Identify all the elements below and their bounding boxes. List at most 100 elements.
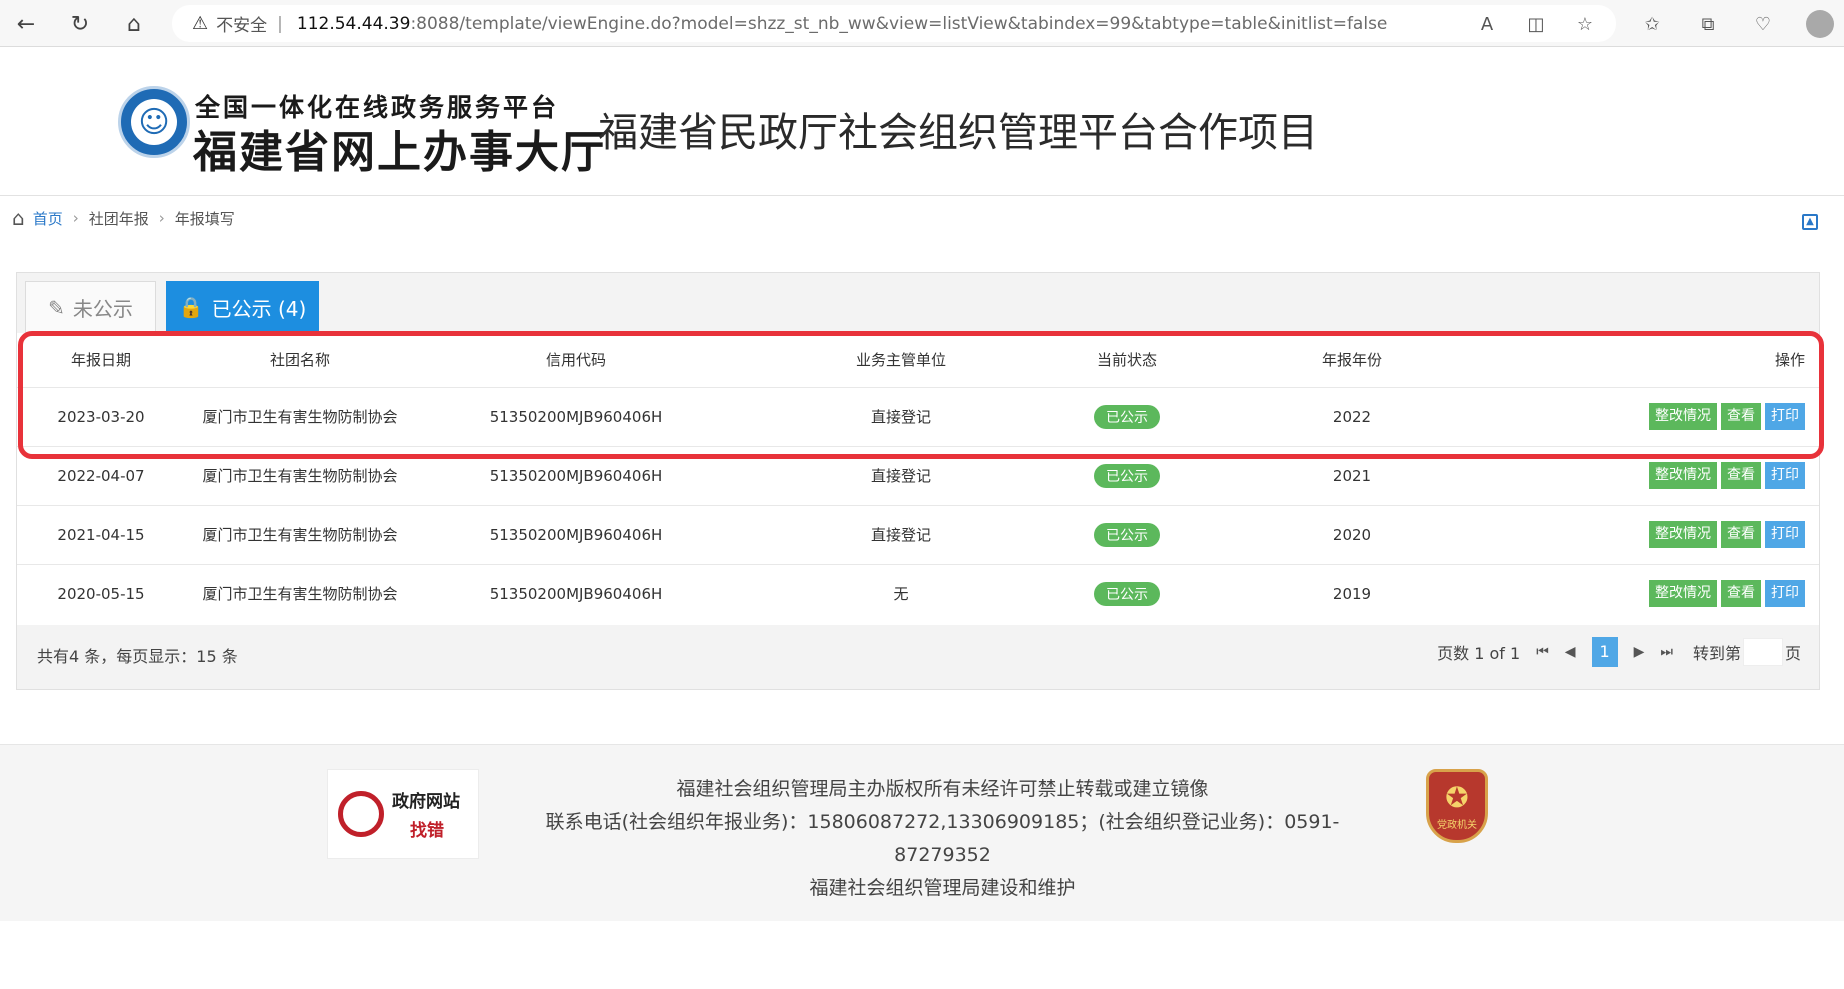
table-row: 2020-05-15 厦门市卫生有害生物防制协会 51350200MJB9604… bbox=[17, 563, 1819, 623]
refresh-icon[interactable]: ↻ bbox=[64, 8, 96, 40]
site-header: ☺ 全国一体化在线政务服务平台 福建省网上办事大厅 福建省民政厅社会组织管理平台… bbox=[0, 48, 1844, 196]
goto-prefix-label: 转到第 bbox=[1692, 644, 1741, 663]
home-breadcrumb-icon: ⌂ bbox=[12, 206, 25, 230]
rectify-button[interactable]: 整改情况 bbox=[1649, 462, 1717, 489]
header-actions: 操作 bbox=[1774, 351, 1805, 370]
badge-line1: 政府网站 bbox=[392, 792, 460, 812]
breadcrumb-home-link[interactable]: 首页 bbox=[33, 208, 63, 229]
footer-contact: 联系电话(社会组织年报业务)：15806087272,13306909185；(… bbox=[545, 811, 1340, 866]
read-aloud-icon[interactable]: A bbox=[1473, 10, 1501, 38]
project-title: 福建省民政厅社会组织管理平台合作项目 bbox=[598, 110, 1318, 156]
breadcrumb-level2: 年报填写 bbox=[174, 209, 235, 228]
cell-date: 2023-03-20 bbox=[17, 386, 185, 446]
cell-actions: 整改情况 查看 打印 bbox=[1515, 563, 1819, 623]
cell-year: 2020 bbox=[1189, 504, 1515, 564]
goto-page-input[interactable] bbox=[1742, 638, 1783, 666]
gov-site-error-report-badge[interactable]: 政府网站 找错 bbox=[327, 769, 479, 859]
cell-status: 已公示 bbox=[1065, 563, 1189, 623]
rectify-button[interactable]: 整改情况 bbox=[1649, 403, 1717, 430]
browser-toolbar: ← ↻ ⌂ ⚠ 不安全 | 112.54.44.39:8088/template… bbox=[0, 0, 1844, 47]
logo-line2: 福建省网上办事大厅 bbox=[193, 127, 607, 178]
header-supervising-unit[interactable]: 业务主管单位 bbox=[737, 333, 1065, 387]
tab-unpublished[interactable]: ✎ 未公示 bbox=[25, 281, 156, 333]
table-header-row: 年报日期 社团名称 信用代码 业务主管单位 当前状态 年报年份 操作 bbox=[17, 333, 1819, 387]
tab-published[interactable]: 🔒 已公示 (4) bbox=[166, 281, 319, 333]
print-button[interactable]: 打印 bbox=[1765, 403, 1805, 430]
report-table: 年报日期 社团名称 信用代码 业务主管单位 当前状态 年报年份 操作 2023-… bbox=[17, 333, 1819, 623]
header-credit-code[interactable]: 信用代码 bbox=[415, 333, 737, 387]
last-page-icon[interactable]: ⏭ bbox=[1660, 644, 1673, 660]
address-bar[interactable]: ⚠ 不安全 | 112.54.44.39:8088/template/viewE… bbox=[172, 5, 1616, 42]
tab-published-label: 已公示 (4) bbox=[211, 296, 307, 321]
cell-name: 厦门市卫生有害生物防制协会 bbox=[185, 445, 415, 505]
goto-suffix-label: 页 bbox=[1784, 644, 1801, 663]
back-icon[interactable]: ← bbox=[10, 8, 42, 40]
view-button[interactable]: 查看 bbox=[1721, 462, 1761, 489]
cell-year: 2022 bbox=[1189, 386, 1515, 446]
favorite-star-icon[interactable]: ☆ bbox=[1571, 10, 1599, 38]
print-button[interactable]: 打印 bbox=[1765, 580, 1805, 608]
cell-status: 已公示 bbox=[1065, 504, 1189, 564]
lock-icon: 🔒 bbox=[178, 295, 204, 319]
collections-icon[interactable]: ⧉ bbox=[1694, 10, 1722, 38]
chevron-right-icon: › bbox=[72, 209, 79, 227]
header-status[interactable]: 当前状态 bbox=[1065, 333, 1189, 387]
home-icon[interactable]: ⌂ bbox=[118, 8, 150, 40]
status-badge: 已公示 bbox=[1094, 404, 1160, 429]
header-org-name[interactable]: 社团名称 bbox=[185, 333, 415, 387]
cell-name: 厦门市卫生有害生物防制协会 bbox=[185, 563, 415, 623]
badge-line2: 找错 bbox=[410, 821, 444, 841]
tab-unpublished-label: 未公示 bbox=[72, 297, 133, 321]
print-button[interactable]: 打印 bbox=[1765, 521, 1805, 548]
url-path: :8088/template/viewEngine.do?model=shzz_… bbox=[410, 13, 1388, 34]
portal-logo-icon[interactable]: ☺ bbox=[118, 86, 190, 158]
first-page-icon[interactable]: ⏮ bbox=[1536, 644, 1549, 660]
view-button[interactable]: 查看 bbox=[1721, 580, 1761, 608]
browser-health-icon[interactable]: ♡ bbox=[1749, 10, 1777, 38]
footer-text: 福建社会组织管理局主办版权所有未经许可禁止转载或建立镜像 联系电话(社会组织年报… bbox=[520, 773, 1365, 905]
status-badge: 已公示 bbox=[1094, 522, 1160, 547]
cell-code: 51350200MJB960406H bbox=[415, 504, 737, 564]
collapse-icon[interactable]: ▲ bbox=[1802, 214, 1818, 230]
table-row: 2023-03-20 厦门市卫生有害生物防制协会 51350200MJB9604… bbox=[17, 386, 1819, 446]
view-button[interactable]: 查看 bbox=[1721, 521, 1761, 548]
cell-year: 2019 bbox=[1189, 563, 1515, 623]
split-screen-icon[interactable]: ◫ bbox=[1522, 10, 1550, 38]
footer-maintainer: 福建社会组织管理局建设和维护 bbox=[809, 877, 1076, 899]
warning-icon: ⚠ bbox=[192, 13, 209, 34]
cell-date: 2021-04-15 bbox=[17, 504, 185, 564]
prev-page-icon[interactable]: ◀ bbox=[1565, 644, 1576, 660]
url-host: 112.54.44.39 bbox=[296, 13, 411, 34]
edit-icon: ✎ bbox=[48, 295, 65, 320]
rectify-button[interactable]: 整改情况 bbox=[1649, 521, 1717, 548]
cell-actions: 整改情况 查看 打印 bbox=[1515, 504, 1819, 564]
cell-date: 2022-04-07 bbox=[17, 445, 185, 505]
view-button[interactable]: 查看 bbox=[1721, 403, 1761, 430]
status-badge: 已公示 bbox=[1094, 581, 1160, 606]
footer-copyright: 福建社会组织管理局主办版权所有未经许可禁止转载或建立镜像 bbox=[676, 778, 1209, 800]
rectify-button[interactable]: 整改情况 bbox=[1649, 580, 1717, 608]
header-report-date[interactable]: 年报日期 bbox=[17, 333, 185, 387]
magnifier-icon bbox=[338, 791, 384, 837]
cell-year: 2021 bbox=[1189, 445, 1515, 505]
cell-status: 已公示 bbox=[1065, 445, 1189, 505]
site-footer: 政府网站 找错 福建社会组织管理局主办版权所有未经许可禁止转载或建立镜像 联系电… bbox=[0, 744, 1844, 921]
next-page-icon[interactable]: ▶ bbox=[1634, 644, 1645, 660]
favorites-list-icon[interactable]: ✩ bbox=[1638, 10, 1666, 38]
current-page-button[interactable]: 1 bbox=[1591, 637, 1618, 667]
party-badge-label: 党政机关 bbox=[1437, 820, 1477, 831]
header-report-year[interactable]: 年报年份 bbox=[1189, 333, 1515, 387]
party-government-badge[interactable]: ✪ 党政机关 bbox=[1426, 769, 1488, 843]
cell-actions: 整改情况 查看 打印 bbox=[1515, 386, 1819, 446]
url-separator: | bbox=[277, 13, 283, 34]
profile-avatar[interactable] bbox=[1806, 10, 1834, 38]
cell-dept: 直接登记 bbox=[737, 504, 1065, 564]
cell-code: 51350200MJB960406H bbox=[415, 386, 737, 446]
table-row: 2021-04-15 厦门市卫生有害生物防制协会 51350200MJB9604… bbox=[17, 504, 1819, 564]
cell-actions: 整改情况 查看 打印 bbox=[1515, 445, 1819, 505]
print-button[interactable]: 打印 bbox=[1765, 462, 1805, 489]
report-panel: ✎ 未公示 🔒 已公示 (4) 年报日期 社团名称 信用代码 业务主管单位 当前… bbox=[16, 272, 1820, 690]
breadcrumb-level1[interactable]: 社团年报 bbox=[89, 208, 149, 229]
chevron-right-icon: › bbox=[158, 209, 165, 227]
emblem-icon: ✪ bbox=[1445, 781, 1469, 814]
